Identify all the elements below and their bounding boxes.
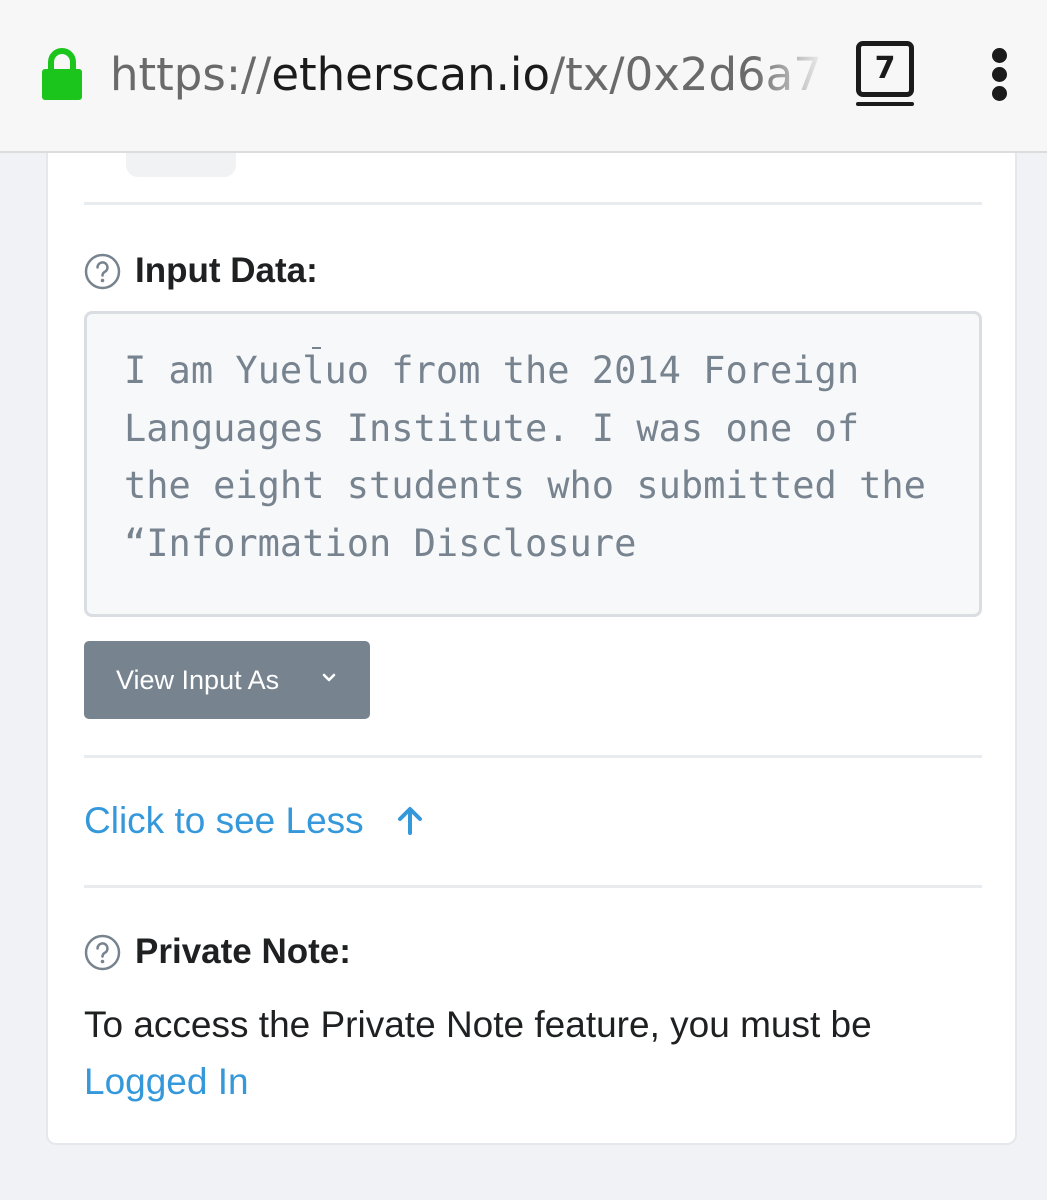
transaction-details-card: Input Data: I am Yueluo from the 2014 Fo…	[46, 153, 1017, 1145]
input-data-text: I am Yueluo from the 2014 Foreign Langua…	[124, 349, 949, 565]
private-note-message: To access the Private Note feature, you …	[84, 996, 982, 1110]
divider	[84, 202, 982, 205]
url-path: /tx/0x2d6a7b0	[549, 48, 826, 101]
see-less-toggle[interactable]: Click to see Less	[84, 797, 426, 845]
arrow-up-icon	[397, 807, 422, 835]
private-note-text: To access the Private Note feature, you …	[84, 1004, 872, 1045]
question-circle-icon[interactable]	[84, 934, 121, 971]
private-note-label: Private Note:	[135, 932, 351, 971]
url-host: etherscan.io	[271, 48, 550, 101]
divider	[84, 755, 982, 758]
input-data-textarea[interactable]: I am Yueluo from the 2014 Foreign Langua…	[84, 311, 982, 617]
lock-icon	[42, 48, 82, 100]
see-less-label: Click to see Less	[84, 800, 364, 841]
question-circle-icon[interactable]	[84, 253, 121, 290]
browser-toolbar: https://etherscan.io/tx/0x2d6a7b0 7	[0, 0, 1047, 153]
more-vertical-icon[interactable]	[990, 48, 1010, 101]
url-scheme: https://	[110, 48, 272, 101]
previous-element-stub	[126, 153, 236, 177]
tab-switcher-button[interactable]: 7	[856, 41, 914, 97]
chevron-down-icon	[322, 673, 336, 682]
text-tick-mark	[312, 347, 321, 349]
address-bar[interactable]: https://etherscan.io/tx/0x2d6a7b0	[110, 44, 826, 108]
logged-in-link[interactable]: Logged In	[84, 1053, 982, 1110]
private-note-heading: Private Note:	[84, 932, 351, 972]
tab-switcher-underline	[856, 102, 914, 106]
view-input-as-button[interactable]: View Input As	[84, 641, 370, 719]
view-input-as-label: View Input As	[116, 664, 280, 695]
divider	[84, 885, 982, 888]
input-data-label: Input Data:	[135, 251, 318, 290]
input-data-heading: Input Data:	[84, 251, 318, 291]
